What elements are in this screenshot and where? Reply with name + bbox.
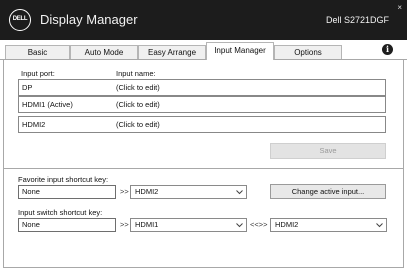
input-name-field[interactable]: (Click to edit) xyxy=(116,120,160,129)
input-port-header: Input port: xyxy=(21,69,55,78)
chevron-down-icon xyxy=(376,223,383,228)
input-port-name: HDMI1 (Active) xyxy=(22,100,73,109)
favorite-shortcut-label: Favorite input shortcut key: xyxy=(18,175,109,184)
switch-shortcut-key-field[interactable]: None xyxy=(18,218,116,232)
switch-input-b-value: HDMI2 xyxy=(275,220,299,229)
section-divider xyxy=(3,168,404,169)
input-row-hdmi1: HDMI1 (Active) (Click to edit) xyxy=(18,96,386,113)
chevron-down-icon xyxy=(236,190,243,195)
favorite-input-select[interactable]: HDMI2 xyxy=(130,185,247,199)
monitor-name: Dell S2721DGF xyxy=(325,15,389,25)
info-icon[interactable]: i xyxy=(382,44,393,55)
input-name-field[interactable]: (Click to edit) xyxy=(116,83,160,92)
switch-arrow: >> xyxy=(120,220,129,229)
switch-input-b-select[interactable]: HDMI2 xyxy=(270,218,387,232)
favorite-arrow: >> xyxy=(120,187,129,196)
input-row-hdmi2: HDMI2 (Click to edit) xyxy=(18,116,386,133)
tab-auto-mode[interactable]: Auto Mode xyxy=(70,45,138,59)
tab-basic[interactable]: Basic xyxy=(5,45,70,59)
swap-arrow: <<>> xyxy=(250,220,268,229)
input-name-header: Input name: xyxy=(116,69,156,78)
favorite-input-value: HDMI2 xyxy=(135,187,159,196)
tab-easy-arrange[interactable]: Easy Arrange xyxy=(138,45,206,59)
input-row-dp: DP (Click to edit) xyxy=(18,79,386,96)
input-port-name: HDMI2 xyxy=(22,120,46,129)
close-icon[interactable]: × xyxy=(397,3,402,12)
input-name-field[interactable]: (Click to edit) xyxy=(116,100,160,109)
tab-options[interactable]: Options xyxy=(274,45,342,59)
switch-input-a-select[interactable]: HDMI1 xyxy=(130,218,247,232)
title-bar: DELL Display Manager Dell S2721DGF × xyxy=(0,0,407,40)
save-button[interactable]: Save xyxy=(270,143,386,159)
change-active-input-button[interactable]: Change active input... xyxy=(270,184,386,199)
chevron-down-icon xyxy=(236,223,243,228)
switch-shortcut-label: Input switch shortcut key: xyxy=(18,208,103,217)
switch-input-a-value: HDMI1 xyxy=(135,220,159,229)
favorite-shortcut-key-field[interactable]: None xyxy=(18,185,116,199)
tab-input-manager[interactable]: Input Manager xyxy=(206,42,274,60)
dell-logo: DELL xyxy=(9,9,31,31)
input-port-name: DP xyxy=(22,83,33,92)
app-title: Display Manager xyxy=(40,12,138,27)
